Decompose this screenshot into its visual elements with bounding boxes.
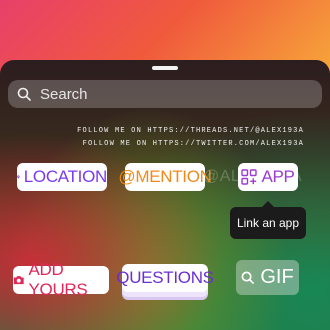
questions-sticker-label: QUESTIONS: [116, 268, 214, 287]
search-bar[interactable]: [8, 80, 322, 108]
search-icon: [17, 87, 31, 101]
drag-handle[interactable]: [152, 66, 178, 70]
app-sticker-label: APP: [261, 167, 295, 186]
watermark-twitter: FOLLOW ME ON HTTPS://TWITTER.COM/ALEX193…: [82, 140, 304, 148]
app-sticker[interactable]: APP: [238, 163, 298, 191]
add-yours-sticker-label: ADD YOURS: [28, 260, 88, 299]
location-sticker-label: LOCATION: [23, 167, 108, 186]
search-input[interactable]: [38, 84, 312, 104]
mention-sticker[interactable]: @MENTION: [118, 163, 212, 191]
sticker-tray: FOLLOW ME ON HTTPS://THREADS.NET/@ALEX19…: [0, 60, 330, 330]
location-sticker[interactable]: LOCATION: [17, 163, 107, 191]
add-yours-sticker[interactable]: ADD YOURS: [13, 260, 109, 299]
search-icon: [241, 271, 255, 284]
watermark-threads: FOLLOW ME ON HTTPS://THREADS.NET/@ALEX19…: [77, 127, 304, 135]
location-pin-icon: [17, 175, 20, 179]
apps-grid-icon: [241, 169, 258, 185]
questions-sticker[interactable]: QUESTIONS: [116, 264, 214, 292]
gif-sticker[interactable]: GIF: [236, 260, 299, 295]
gif-sticker-label: GIF: [260, 266, 294, 288]
mention-sticker-label: @MENTION: [118, 167, 212, 186]
camera-icon: [13, 276, 24, 285]
link-app-tooltip: Link an app: [230, 201, 306, 239]
